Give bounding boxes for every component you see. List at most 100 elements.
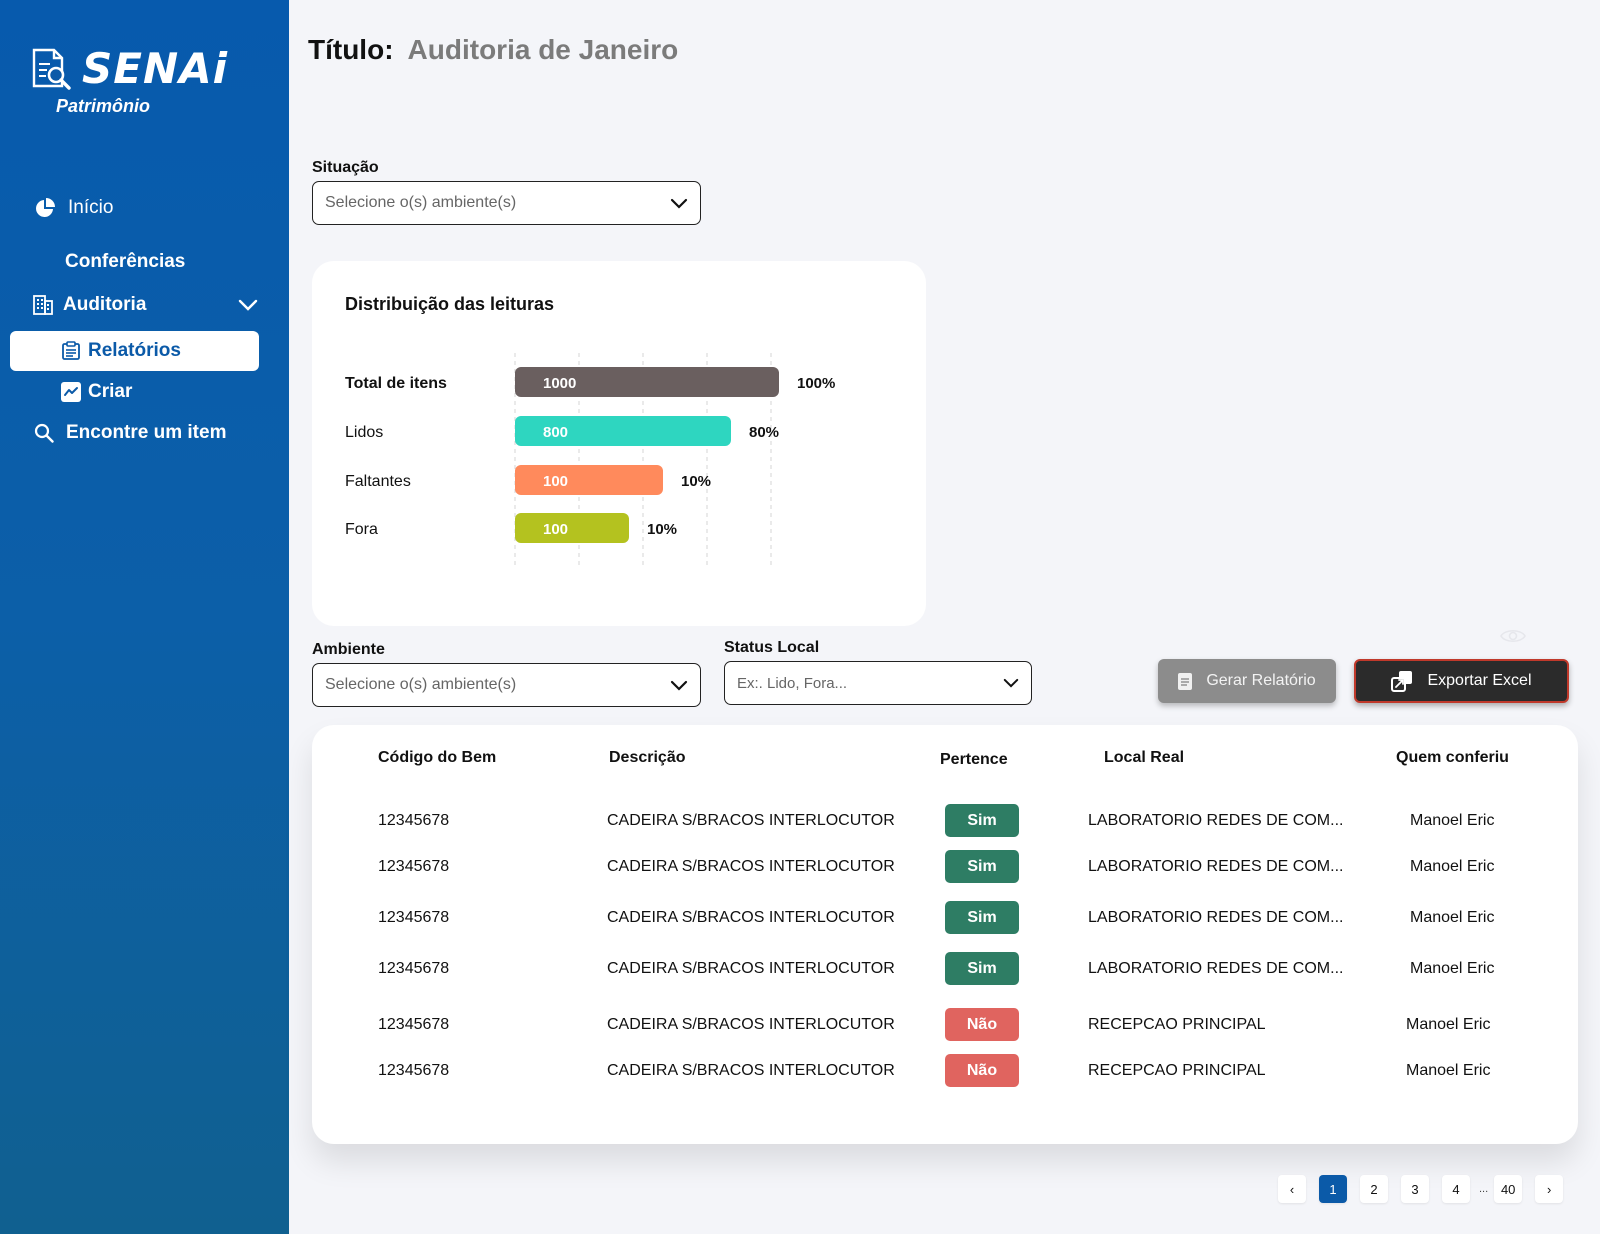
bar-value-label: 100 xyxy=(543,521,568,538)
logo-text: SENAi xyxy=(82,44,228,93)
status-local-placeholder: Ex:. Lido, Fora... xyxy=(737,674,848,692)
bar-value-label: 800 xyxy=(543,424,568,441)
cell-quem-conferiu: Manoel Eric xyxy=(1410,909,1495,926)
table-row[interactable]: 12345678 CADEIRA S/BRACOS INTERLOCUTOR LAB… xyxy=(312,952,1578,992)
sidebar-item-encontre[interactable]: Encontre um item xyxy=(34,422,226,444)
column-header-descricao: Descrição xyxy=(609,749,686,766)
category-label: Total de itens xyxy=(345,375,447,392)
table-row[interactable]: 12345678 CADEIRA S/BRACOS INTERLOCUTOR REC… xyxy=(312,1054,1578,1094)
column-header-codigo: Código do Bem xyxy=(378,749,497,766)
exportar-excel-label: Exportar Excel xyxy=(1427,672,1532,689)
situacao-placeholder: Selecione o(s) ambiente(s) xyxy=(325,194,517,211)
copy-export-icon xyxy=(1391,671,1413,692)
table-row[interactable]: 12345678 CADEIRA S/BRACOS INTERLOCUTOR REC… xyxy=(312,1008,1578,1048)
page-title: Título: Auditoria de Janeiro xyxy=(308,34,678,66)
table-row[interactable]: 12345678 CADEIRA S/BRACOS INTERLOCUTOR LAB… xyxy=(312,901,1578,941)
cell-quem-conferiu: Manoel Eric xyxy=(1410,812,1495,829)
chevron-down-icon xyxy=(670,198,688,209)
table-row[interactable]: 12345678 CADEIRA S/BRACOS INTERLOCUTOR LAB… xyxy=(312,850,1578,890)
cell-codigo: 12345678 xyxy=(378,1016,450,1033)
chevron-down-icon[interactable] xyxy=(238,299,258,311)
cell-quem-conferiu: Manoel Eric xyxy=(1410,960,1495,977)
cell-codigo: 12345678 xyxy=(378,1062,450,1079)
pertence-badge: Sim xyxy=(945,804,1019,837)
sidebar-item-auditoria[interactable]: Auditoria xyxy=(32,294,258,316)
logo-subtitle: Patrimônio xyxy=(56,96,151,116)
eye-icon[interactable] xyxy=(1500,628,1526,644)
ambiente-select[interactable]: Selecione o(s) ambiente(s) xyxy=(312,663,701,707)
cell-descricao: CADEIRA S/BRACOS INTERLOCUTOR xyxy=(607,858,895,875)
exportar-excel-button[interactable]: Exportar Excel xyxy=(1354,659,1569,703)
sidebar-item-inicio[interactable]: Início xyxy=(34,197,113,219)
cell-descricao: CADEIRA S/BRACOS INTERLOCUTOR xyxy=(607,960,895,977)
cell-codigo: 12345678 xyxy=(378,909,450,926)
ambiente-placeholder: Selecione o(s) ambiente(s) xyxy=(325,676,517,693)
cell-local-real: RECEPCAO PRINCIPAL xyxy=(1088,1016,1266,1033)
logo: SENAi Patrimônio xyxy=(30,42,230,122)
document-search-icon xyxy=(32,48,71,90)
bar-value-label: 100 xyxy=(543,473,568,490)
status-local-select[interactable]: Ex:. Lido, Fora... xyxy=(724,661,1032,705)
pagination-page-1[interactable]: 1 xyxy=(1319,1175,1347,1203)
situacao-select[interactable]: Selecione o(s) ambiente(s) xyxy=(312,181,701,225)
sidebar-item-label: Criar xyxy=(88,381,133,402)
cell-quem-conferiu: Manoel Eric xyxy=(1406,1062,1491,1079)
pagination-prev-button[interactable]: ‹ xyxy=(1278,1175,1306,1203)
percent-label: 100% xyxy=(797,375,835,392)
category-label: Fora xyxy=(345,521,378,538)
cell-local-real: LABORATORIO REDES DE COM... xyxy=(1088,960,1344,977)
percent-label: 10% xyxy=(647,521,677,538)
pagination-page-4[interactable]: 4 xyxy=(1442,1175,1470,1203)
status-local-label: Status Local xyxy=(724,639,820,656)
pagination-page-3[interactable]: 3 xyxy=(1401,1175,1429,1203)
chevron-down-icon xyxy=(670,680,688,691)
sidebar-item-label: Relatórios xyxy=(88,340,181,361)
bar-value-label: 1000 xyxy=(543,375,576,392)
gerar-relatorio-button[interactable]: Gerar Relatório xyxy=(1158,659,1336,703)
pertence-badge: Sim xyxy=(945,952,1019,985)
page-title-value: Auditoria de Janeiro xyxy=(407,34,679,65)
percent-label: 80% xyxy=(749,424,779,441)
search-icon xyxy=(34,423,54,443)
sidebar-item-label: Encontre um item xyxy=(66,422,227,443)
pagination-page-last[interactable]: 40 xyxy=(1494,1175,1523,1203)
sidebar-item-criar[interactable]: Criar xyxy=(61,381,132,403)
pagination-ellipsis: ... xyxy=(1479,1183,1489,1195)
cell-local-real: LABORATORIO REDES DE COM... xyxy=(1088,858,1344,875)
column-header-quem-conferiu: Quem conferiu xyxy=(1396,749,1509,766)
category-label: Faltantes xyxy=(345,473,411,490)
sidebar-item-conferencias[interactable]: Conferências xyxy=(65,251,185,273)
sidebar: SENAi Patrimônio Início Conferências Aud… xyxy=(0,0,289,1234)
pie-chart-icon xyxy=(36,198,55,217)
situacao-label: Situação xyxy=(312,159,379,176)
pagination-page-2[interactable]: 2 xyxy=(1360,1175,1388,1203)
cell-quem-conferiu: Manoel Eric xyxy=(1406,1016,1491,1033)
cell-descricao: CADEIRA S/BRACOS INTERLOCUTOR xyxy=(607,1062,895,1079)
chart-card: Distribuição das leituras Total de itens… xyxy=(312,261,926,626)
bar[interactable] xyxy=(515,513,629,543)
table-row[interactable]: 12345678 CADEIRA S/BRACOS INTERLOCUTOR LAB… xyxy=(312,804,1578,844)
percent-label: 10% xyxy=(681,473,711,490)
cell-descricao: CADEIRA S/BRACOS INTERLOCUTOR xyxy=(607,909,895,926)
cell-quem-conferiu: Manoel Eric xyxy=(1410,858,1495,875)
pertence-badge: Não xyxy=(945,1054,1019,1087)
sidebar-item-label: Início xyxy=(68,197,114,218)
cell-local-real: LABORATORIO REDES DE COM... xyxy=(1088,909,1344,926)
results-table: Código do Bem Descrição Pertence Local R… xyxy=(312,725,1578,1144)
cell-codigo: 12345678 xyxy=(378,960,450,977)
pertence-badge: Sim xyxy=(945,850,1019,883)
cell-local-real: LABORATORIO REDES DE COM... xyxy=(1088,812,1344,829)
gerar-relatorio-label: Gerar Relatório xyxy=(1206,672,1316,689)
cell-descricao: CADEIRA S/BRACOS INTERLOCUTOR xyxy=(607,812,895,829)
pertence-badge: Não xyxy=(945,1008,1019,1041)
bar[interactable] xyxy=(515,465,663,495)
column-header-local-real: Local Real xyxy=(1104,749,1185,766)
pagination-next-button[interactable]: › xyxy=(1535,1175,1564,1203)
document-icon xyxy=(1178,672,1193,690)
cell-codigo: 12345678 xyxy=(378,812,450,829)
chevron-down-icon xyxy=(1003,678,1019,688)
chart-line-icon xyxy=(61,382,81,402)
pertence-badge: Sim xyxy=(945,901,1019,934)
sidebar-item-label: Conferências xyxy=(65,251,186,272)
sidebar-item-relatorios[interactable]: Relatórios xyxy=(10,331,259,371)
